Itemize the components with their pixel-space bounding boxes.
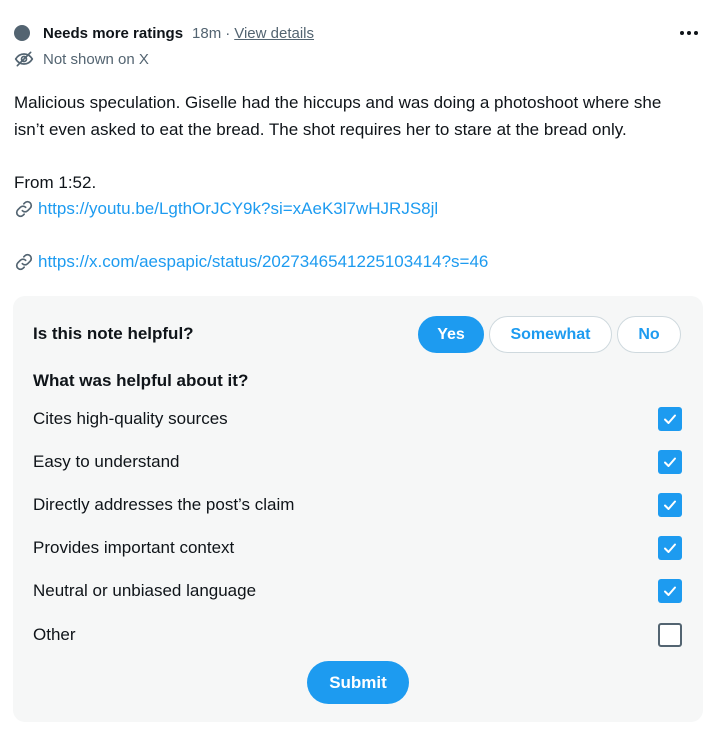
note-body: Malicious speculation. Giselle had the h… (14, 90, 694, 276)
reason-option[interactable]: Provides important context (13, 527, 703, 570)
rating-panel: Is this note helpful? Yes Somewhat No Wh… (13, 296, 703, 722)
status-title: Needs more ratings (43, 24, 184, 42)
note-timestamp-text: From 1:52. (14, 172, 97, 192)
answer-group: Yes Somewhat No (418, 316, 681, 353)
checkmark-icon (664, 543, 676, 554)
checkbox-checked[interactable] (658, 536, 682, 561)
meta-separator: · (225, 24, 231, 42)
note-link-1[interactable]: https://youtu.be/LgthOrJCY9k?si=xAeK3l7w… (14, 196, 694, 223)
reason-label: Easy to understand (33, 451, 180, 471)
more-horizontal-icon[interactable] (678, 22, 700, 44)
view-details-link[interactable]: View details (234, 25, 314, 42)
checkmark-icon (664, 586, 676, 597)
status-dot-icon (14, 25, 30, 41)
note-text: Malicious speculation. Giselle had the h… (14, 93, 662, 139)
checkmark-icon (664, 500, 676, 510)
reason-option[interactable]: Cites high-quality sources (13, 397, 703, 440)
reason-option[interactable]: Other (13, 613, 703, 656)
checkbox-checked[interactable] (658, 492, 682, 517)
answer-yes-button[interactable]: Yes (418, 316, 484, 353)
link-icon (15, 254, 33, 271)
helpful-question: Is this note helpful? (33, 324, 194, 343)
checkmark-icon (664, 457, 676, 467)
reason-label: Directly addresses the post’s claim (33, 494, 295, 514)
eye-off-icon (14, 51, 34, 67)
visibility-row: Not shown on X (14, 48, 149, 70)
reason-options: Cites high-quality sources Easy to under… (13, 397, 703, 656)
link-text[interactable]: https://x.com/aespapic/status/2027346541… (38, 249, 488, 276)
reason-option[interactable]: Easy to understand (13, 440, 703, 483)
link-icon (15, 201, 33, 218)
reason-label: Other (33, 624, 76, 644)
submit-button[interactable]: Submit (307, 661, 409, 704)
checkbox-checked[interactable] (658, 449, 682, 474)
checkbox-checked[interactable] (658, 406, 682, 431)
note-timestamp: 18m (192, 24, 222, 42)
note-link-2[interactable]: https://x.com/aespapic/status/2027346541… (14, 249, 694, 276)
reason-label: Cites high-quality sources (33, 408, 228, 428)
visibility-text: Not shown on X (43, 50, 149, 68)
reason-label: Provides important context (33, 538, 235, 558)
reason-option[interactable]: Neutral or unbiased language (13, 570, 703, 613)
helpful-reasons-heading: What was helpful about it? (33, 371, 249, 390)
note-status-row: Needs more ratings 18m · View details (14, 22, 314, 44)
checkbox-checked[interactable] (658, 579, 682, 604)
reason-label: Neutral or unbiased language (33, 581, 257, 601)
link-text[interactable]: https://youtu.be/LgthOrJCY9k?si=xAeK3l7w… (38, 196, 438, 223)
answer-somewhat-button[interactable]: Somewhat (489, 316, 612, 353)
reason-option[interactable]: Directly addresses the post’s claim (13, 483, 703, 526)
community-note-card: Needs more ratings 18m · View details No… (0, 0, 708, 729)
answer-no-button[interactable]: No (617, 316, 681, 353)
checkmark-icon (664, 414, 676, 424)
checkbox-unchecked[interactable] (658, 622, 682, 647)
